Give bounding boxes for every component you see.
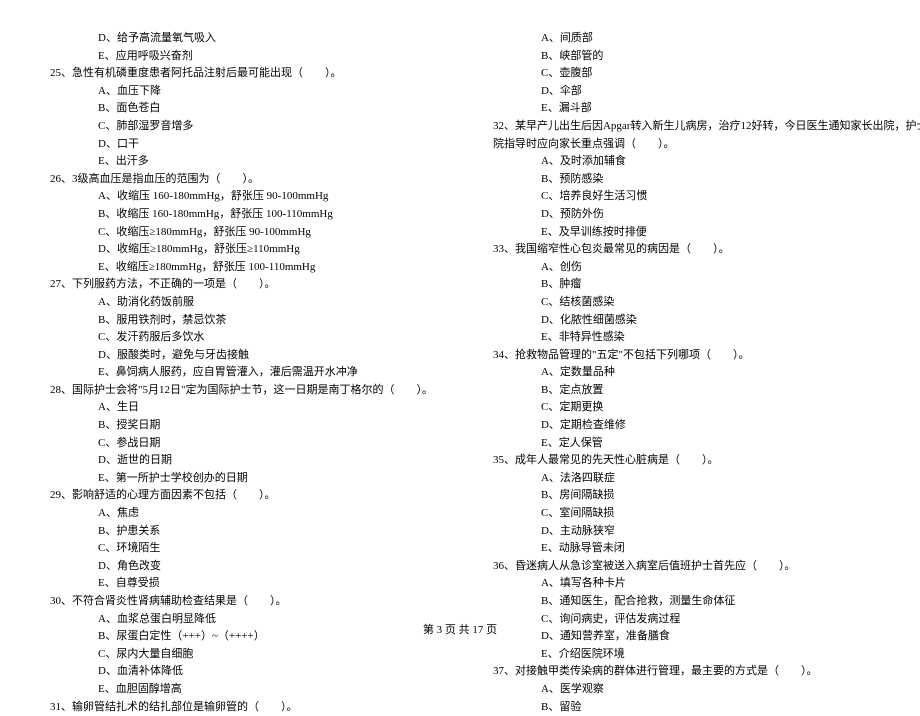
option-line: A、医学观察 (493, 681, 920, 699)
option-line: C、培养良好生活习惯 (493, 188, 920, 206)
option-line: B、肿瘤 (493, 276, 920, 294)
option-line: D、定期检查维修 (493, 417, 920, 435)
right-column: A、间质部B、峡部管的C、壶腹部D、伞部E、漏斗部32、某早产儿出生后因Apga… (493, 30, 920, 716)
option-line: B、预防感染 (493, 171, 920, 189)
option-line: A、血压下降 (50, 83, 433, 101)
option-line: B、授奖日期 (50, 417, 433, 435)
question-line: 29、影响舒适的心理方面因素不包括（ ）。 (50, 487, 433, 505)
option-line: D、服酸类时，避免与牙齿接触 (50, 347, 433, 365)
option-line: E、定人保管 (493, 435, 920, 453)
question-line: 30、不符合肾炎性肾病辅助检查结果是（ ）。 (50, 593, 433, 611)
option-line: D、血清补体降低 (50, 663, 433, 681)
option-line: C、环境陌生 (50, 540, 433, 558)
option-line: B、通知医生，配合抢救，测量生命体征 (493, 593, 920, 611)
option-line: D、化脓性细菌感染 (493, 312, 920, 330)
option-line: E、出汗多 (50, 153, 433, 171)
option-line: A、法洛四联症 (493, 470, 920, 488)
question-line: 34、抢救物品管理的"五定"不包括下列哪项（ ）。 (493, 347, 920, 365)
option-line: C、尿内大量自细胞 (50, 646, 433, 664)
option-line: A、助消化药饭前服 (50, 294, 433, 312)
question-line: 35、成年人最常见的先天性心脏病是（ ）。 (493, 452, 920, 470)
option-line: D、给予高流量氧气吸入 (50, 30, 433, 48)
option-line: E、应用呼吸兴奋剂 (50, 48, 433, 66)
option-line: D、预防外伤 (493, 206, 920, 224)
left-column: D、给予高流量氧气吸入E、应用呼吸兴奋剂25、急性有机磷重度患者阿托品注射后最可… (50, 30, 433, 716)
option-line: E、动脉导管未闭 (493, 540, 920, 558)
option-line: E、漏斗部 (493, 100, 920, 118)
option-line: B、房间隔缺损 (493, 487, 920, 505)
option-line: E、介绍医院环境 (493, 646, 920, 664)
option-line: E、及早训练按时排便 (493, 224, 920, 242)
option-line: B、峡部管的 (493, 48, 920, 66)
question-line: 33、我国缩窄性心包炎最常见的病因是（ ）。 (493, 241, 920, 259)
option-line: D、伞部 (493, 83, 920, 101)
option-line: E、鼻饲病人服药，应自胃管灌入，灌后需温开水冲净 (50, 364, 433, 382)
option-line: C、壶腹部 (493, 65, 920, 83)
option-line: C、肺部湿罗音增多 (50, 118, 433, 136)
option-line: C、结核菌感染 (493, 294, 920, 312)
question-line: 36、昏迷病人从急诊室被送入病室后值班护士首先应（ ）。 (493, 558, 920, 576)
option-line: C、参战日期 (50, 435, 433, 453)
option-line: D、主动脉狭窄 (493, 523, 920, 541)
question-line: 32、某早产儿出生后因Apgar转入新生儿病房，治疗12好转，今日医生通知家长出… (493, 118, 920, 136)
option-line: B、面色苍白 (50, 100, 433, 118)
question-line: 25、急性有机磷重度患者阿托品注射后最可能出现（ ）。 (50, 65, 433, 83)
option-line: C、室间隔缺损 (493, 505, 920, 523)
option-line: A、间质部 (493, 30, 920, 48)
question-line: 26、3级高血压是指血压的范围为（ ）。 (50, 171, 433, 189)
option-line: C、发汗药服后多饮水 (50, 329, 433, 347)
option-line: D、逝世的日期 (50, 452, 433, 470)
page-footer: 第 3 页 共 17 页 (0, 622, 920, 640)
option-line: B、收缩压 160-180mmHg，舒张压 100-110mmHg (50, 206, 433, 224)
option-line: A、及时添加辅食 (493, 153, 920, 171)
option-line: A、填写各种卡片 (493, 575, 920, 593)
option-line: A、生日 (50, 399, 433, 417)
question-line: 28、国际护士会将"5月12日"定为国际护士节，这一日期是南丁格尔的（ ）。 (50, 382, 433, 400)
option-line: E、收缩压≥180mmHg，舒张压 100-110mmHg (50, 259, 433, 277)
option-line: B、留验 (493, 699, 920, 716)
option-line: C、收缩压≥180mmHg，舒张压 90-100mmHg (50, 224, 433, 242)
option-line: D、角色改变 (50, 558, 433, 576)
content-columns: D、给予高流量氧气吸入E、应用呼吸兴奋剂25、急性有机磷重度患者阿托品注射后最可… (50, 30, 870, 716)
question-line: 27、下列服药方法，不正确的一项是（ ）。 (50, 276, 433, 294)
option-line: D、口干 (50, 136, 433, 154)
option-line: C、定期更换 (493, 399, 920, 417)
option-line: A、收缩压 160-180mmHg，舒张压 90-100mmHg (50, 188, 433, 206)
option-line: B、服用铁剂时，禁忌饮茶 (50, 312, 433, 330)
option-line: A、焦虑 (50, 505, 433, 523)
option-line: E、血胆固醇增高 (50, 681, 433, 699)
option-line: E、第一所护士学校创办的日期 (50, 470, 433, 488)
option-line: E、自尊受损 (50, 575, 433, 593)
option-line: E、非特异性感染 (493, 329, 920, 347)
question-line: 31、输卵管结扎术的结扎部位是输卵管的（ ）。 (50, 699, 433, 716)
option-line: B、定点放置 (493, 382, 920, 400)
option-line: A、创伤 (493, 259, 920, 277)
option-line: D、收缩压≥180mmHg，舒张压≥110mmHg (50, 241, 433, 259)
question-line: 37、对接触甲类传染病的群体进行管理，最主要的方式是（ ）。 (493, 663, 920, 681)
question-line: 院指导时应向家长重点强调（ ）。 (493, 136, 920, 154)
option-line: B、护患关系 (50, 523, 433, 541)
option-line: A、定数量品种 (493, 364, 920, 382)
